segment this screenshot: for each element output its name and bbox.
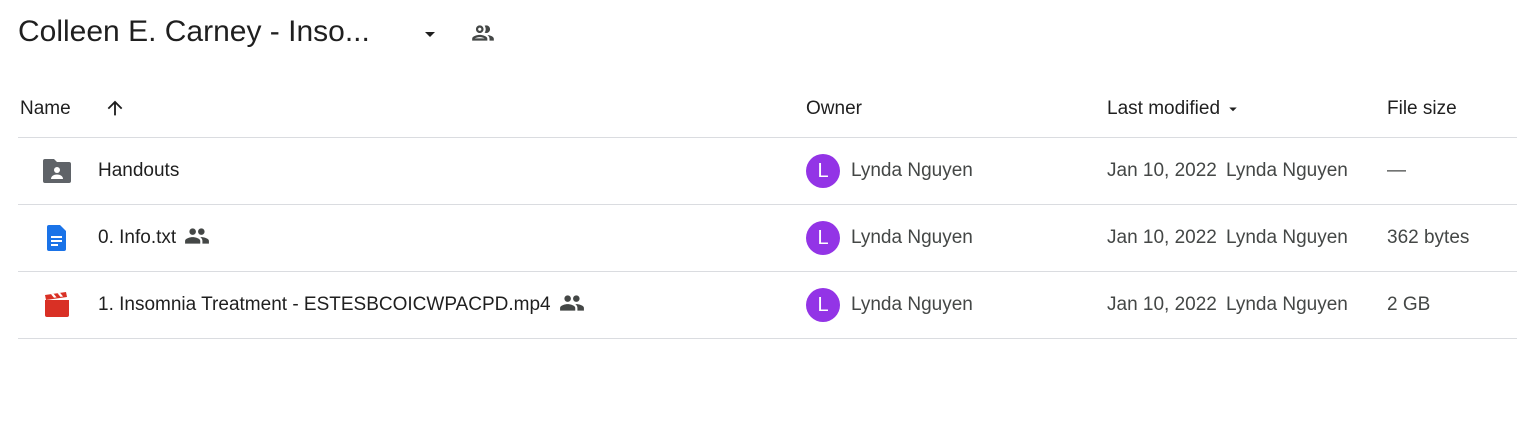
table-header: Name Owner Last modified File size bbox=[18, 80, 1517, 138]
people-icon bbox=[185, 228, 210, 244]
table-row[interactable]: Handouts L Lynda Nguyen Jan 10, 2022 Lyn… bbox=[18, 138, 1517, 205]
file-name: 0. Info.txt bbox=[98, 227, 177, 248]
people-icon bbox=[559, 295, 584, 311]
folder-title[interactable]: Colleen E. Carney - Inso... bbox=[18, 12, 370, 52]
owner-name: Lynda Nguyen bbox=[851, 227, 973, 248]
modified-by: Lynda Nguyen bbox=[1226, 160, 1348, 181]
shared-folder-icon bbox=[43, 159, 71, 183]
column-header-file-size: File size bbox=[1387, 98, 1457, 119]
file-name[interactable]: Handouts bbox=[98, 138, 179, 204]
file-table: Name Owner Last modified File size Hando… bbox=[18, 80, 1517, 339]
arrow-up-icon[interactable] bbox=[104, 97, 126, 119]
people-icon[interactable] bbox=[470, 20, 496, 46]
avatar: L bbox=[806, 288, 840, 322]
file-name-cell[interactable]: 0. Info.txt bbox=[98, 205, 210, 271]
folder-header: Colleen E. Carney - Inso... bbox=[0, 0, 1517, 64]
table-row[interactable]: 0. Info.txt L Lynda Nguyen Jan 10, 2022 … bbox=[18, 205, 1517, 272]
modified-date: Jan 10, 2022 bbox=[1107, 294, 1217, 315]
file-size: — bbox=[1387, 160, 1406, 181]
file-name-cell[interactable]: 1. Insomnia Treatment - ESTESBCOICWPACPD… bbox=[98, 272, 585, 338]
file-size: 362 bytes bbox=[1387, 227, 1470, 248]
owner-name: Lynda Nguyen bbox=[851, 160, 973, 181]
modified-date: Jan 10, 2022 bbox=[1107, 227, 1217, 248]
file-size: 2 GB bbox=[1387, 294, 1431, 315]
column-header-owner: Owner bbox=[806, 98, 862, 119]
avatar: L bbox=[806, 221, 840, 255]
avatar: L bbox=[806, 154, 840, 188]
column-header-name[interactable]: Name bbox=[20, 80, 71, 137]
column-header-last-modified[interactable]: Last modified bbox=[1107, 80, 1242, 137]
arrow-drop-down-icon[interactable] bbox=[418, 22, 442, 46]
document-icon bbox=[47, 225, 66, 251]
file-name: 1. Insomnia Treatment - ESTESBCOICWPACPD… bbox=[98, 294, 551, 315]
modified-by: Lynda Nguyen bbox=[1226, 227, 1348, 248]
arrow-drop-down-icon bbox=[1229, 107, 1237, 112]
owner-name: Lynda Nguyen bbox=[851, 294, 973, 315]
column-header-last-modified-label: Last modified bbox=[1107, 98, 1221, 119]
table-row[interactable]: 1. Insomnia Treatment - ESTESBCOICWPACPD… bbox=[18, 272, 1517, 339]
modified-by: Lynda Nguyen bbox=[1226, 294, 1348, 315]
modified-date: Jan 10, 2022 bbox=[1107, 160, 1217, 181]
video-icon bbox=[45, 292, 69, 317]
